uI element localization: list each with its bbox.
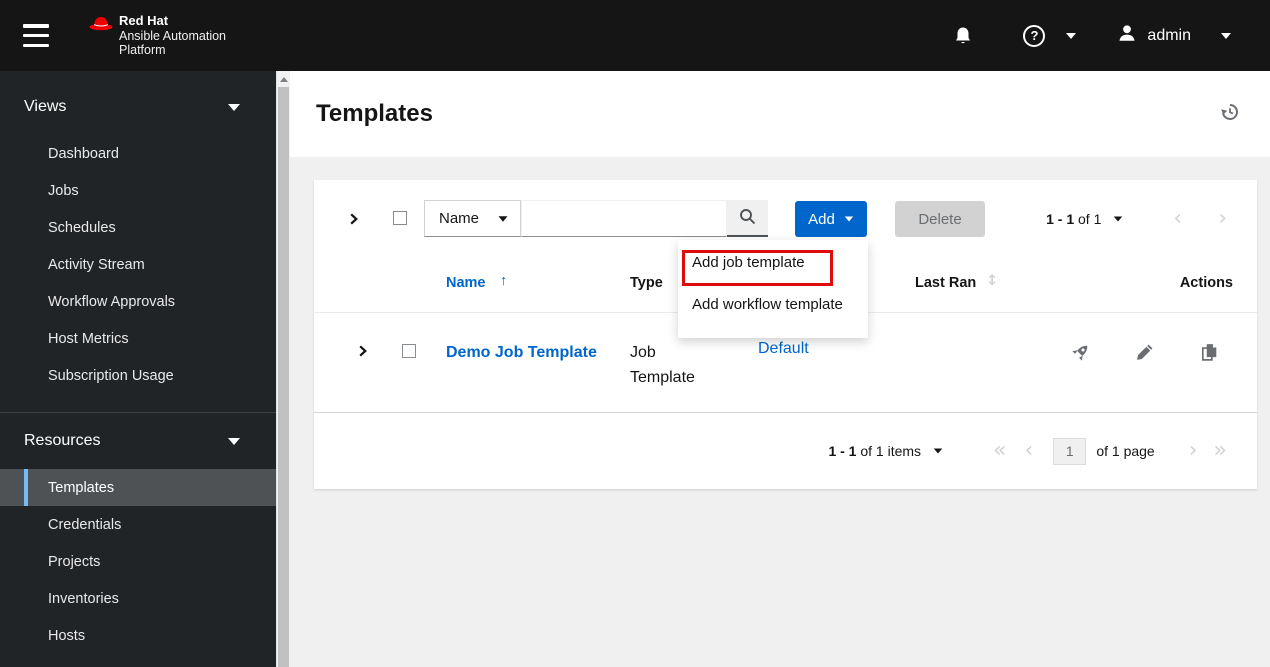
sidebar-group-resources[interactable]: Resources [0,421,276,461]
edit-pencil-icon[interactable] [1136,343,1154,366]
help-menu[interactable]: ? [1023,24,1077,47]
search-input[interactable] [521,200,727,237]
sidebar-item-projects[interactable]: Projects [0,543,276,580]
top-navbar: Red Hat Ansible Automation Platform ? ad… [0,0,1270,71]
username-label: admin [1147,26,1191,44]
items-range-total: of 1 items [860,443,922,459]
brand-line-1: Red Hat [119,13,169,28]
filter-type-label: Name [439,210,480,227]
sidebar-item-inventories[interactable]: Inventories [0,580,276,617]
resources-group-label: Resources [24,432,101,449]
sidebar-item-schedules[interactable]: Schedules [0,209,276,246]
select-all-checkbox[interactable] [393,211,407,225]
sidebar-item-credentials[interactable]: Credentials [0,506,276,543]
notifications-bell-icon[interactable] [954,26,972,46]
search-icon [739,208,756,228]
sidebar-item-templates[interactable]: Templates [0,469,276,506]
bottom-pagination: 1 - 1 of 1 items « ‹ of 1 page › » [314,413,1257,489]
column-header-name[interactable]: Name [446,275,486,291]
sidebar-nav: Views Dashboard Jobs Schedules Activity … [0,71,276,667]
delete-button[interactable]: Delete [895,201,985,237]
template-type-cell: Job Template [630,344,695,386]
expand-all-chevron-icon[interactable] [347,212,360,231]
template-name-link[interactable]: Demo Job Template [446,340,598,365]
brand-text: Red Hat Ansible Automation Platform [119,13,227,58]
add-caret-down-icon [844,216,854,222]
navbar-right: ? admin [954,0,1270,71]
brand-line-3: Platform [119,43,166,57]
search-group [521,200,768,237]
scrollbar-thumb[interactable] [278,87,289,667]
menu-item-add-job-template[interactable]: Add job template [692,254,805,271]
sidebar-group-views[interactable]: Views [0,87,276,127]
items-per-page-caret-down-icon[interactable] [933,448,943,454]
help-icon[interactable]: ? [1023,24,1046,47]
page-header: Templates [290,71,1270,157]
filter-type-select[interactable]: Name [424,200,521,237]
main-content: Templates Name Add Delete 1 - 1 of 1 ‹ ›… [290,71,1270,667]
chevron-down-icon [228,437,240,445]
next-page-icon[interactable]: › [1218,208,1227,230]
add-button[interactable]: Add [795,201,867,237]
top-pagination: 1 - 1 of 1 ‹ › [1046,201,1227,237]
history-icon[interactable] [1220,102,1240,127]
redhat-hat-icon [88,14,114,39]
vertical-scrollbar[interactable] [276,71,290,667]
search-button[interactable] [727,200,768,237]
menu-item-add-workflow-template[interactable]: Add workflow template [692,296,843,313]
brand-line-2: Ansible Automation [119,28,227,43]
sort-ascending-icon[interactable]: ↑ [500,273,507,289]
per-page-caret-down-icon[interactable] [1114,216,1123,222]
row-expand-chevron-icon[interactable] [356,344,369,363]
row-select-checkbox[interactable] [402,344,416,358]
items-range: 1 - 1 [828,443,857,459]
prev-page-icon[interactable]: ‹ [1173,208,1182,230]
sidebar-item-subscription-usage[interactable]: Subscription Usage [0,357,276,394]
sidebar-item-host-metrics[interactable]: Host Metrics [0,320,276,357]
item-range-total: of 1 [1078,211,1102,227]
views-nav-list: Dashboard Jobs Schedules Activity Stream… [0,127,276,404]
page-title: Templates [316,100,433,127]
sidebar-item-activity-stream[interactable]: Activity Stream [0,246,276,283]
column-header-actions: Actions [1179,275,1233,291]
hamburger-menu-icon[interactable] [23,24,49,47]
user-caret-down-icon[interactable] [1221,32,1231,39]
current-page-input[interactable] [1053,437,1087,465]
views-group-label: Views [24,98,67,115]
sidebar-divider [0,412,276,413]
sort-both-icon[interactable]: ↕ [986,273,998,289]
user-menu[interactable]: admin [1117,23,1231,48]
copy-icon[interactable] [1200,343,1218,366]
chevron-down-icon [228,103,240,111]
column-header-last-ran[interactable]: Last Ran [915,275,976,291]
organization-link[interactable]: Default [758,340,809,358]
prev-page-icon[interactable]: ‹ [1025,440,1034,462]
of-pages-label: of 1 page [1096,443,1155,459]
next-page-icon[interactable]: › [1189,440,1198,462]
resources-nav-list: Templates Credentials Projects Inventori… [0,461,276,664]
sidebar-item-workflow-approvals[interactable]: Workflow Approvals [0,283,276,320]
last-page-icon[interactable]: » [1214,440,1227,462]
user-icon [1117,23,1137,48]
first-page-icon[interactable]: « [993,440,1006,462]
sidebar-item-jobs[interactable]: Jobs [0,172,276,209]
scroll-up-arrow-icon [279,76,288,82]
filter-caret-down-icon [498,215,508,222]
sidebar-item-hosts[interactable]: Hosts [0,617,276,654]
launch-rocket-icon[interactable] [1071,343,1090,367]
brand-logo: Red Hat Ansible Automation Platform [88,13,227,58]
help-caret-down-icon[interactable] [1066,32,1077,39]
scrollbar-up-button[interactable] [277,71,290,87]
add-dropdown-menu: Add job template Add workflow template [678,240,868,338]
column-header-type: Type [630,275,663,291]
sidebar-item-dashboard[interactable]: Dashboard [0,135,276,172]
item-range: 1 - 1 [1046,211,1075,227]
app-screen: Red Hat Ansible Automation Platform ? ad… [0,0,1270,667]
